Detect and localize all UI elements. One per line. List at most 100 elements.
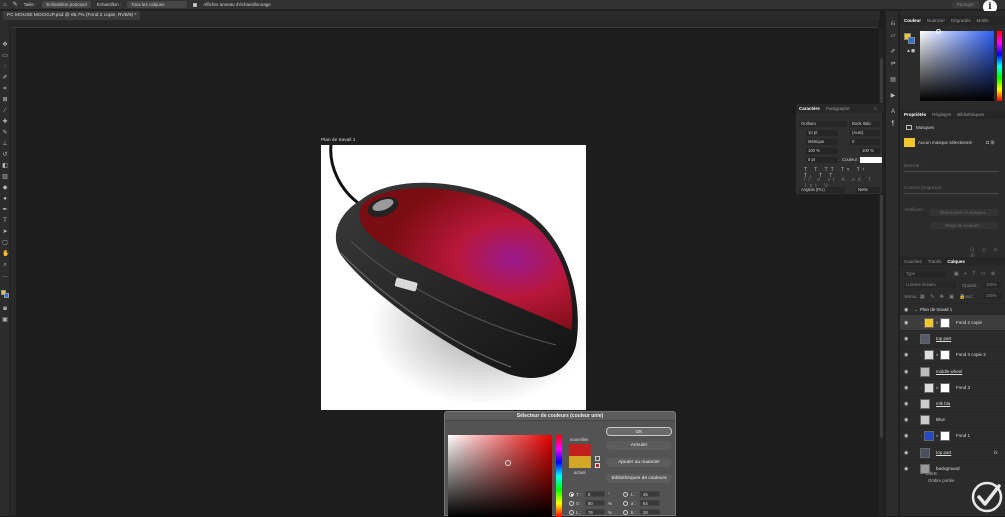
lock-icons[interactable]: ▦ ✎ ✥ ▣ 🔒 xyxy=(920,294,968,300)
layer-thumbnail[interactable] xyxy=(920,415,930,426)
eye-icon[interactable]: ◉ xyxy=(904,433,908,439)
layer-thumbnail[interactable] xyxy=(924,318,934,328)
eye-icon[interactable]: ◉ xyxy=(904,417,908,423)
size-dropdown[interactable]: Echantillon ponctuel xyxy=(42,1,91,8)
lasso-tool-icon[interactable]: ◌ xyxy=(2,64,8,70)
layer-row[interactable]: ◉ ↓ 8 Fond 2 copie xyxy=(900,314,1005,330)
gamut-warning-icon[interactable] xyxy=(595,456,600,461)
more-tools-icon[interactable]: … xyxy=(2,273,8,279)
hsb-radio[interactable] xyxy=(569,501,574,506)
frame-tool-icon[interactable]: ⊠ xyxy=(2,97,8,103)
layer-row[interactable]: ◉ ↓ 8 Fond 1 xyxy=(900,427,1005,443)
adjustments-icon[interactable]: ⇌ xyxy=(889,61,897,68)
tab-properties[interactable]: Propriétés xyxy=(904,112,926,117)
eye-icon[interactable]: ◉ xyxy=(904,369,908,375)
crop-tool-icon[interactable]: ⌗ xyxy=(2,86,8,92)
artboard[interactable] xyxy=(321,145,586,410)
eye-icon[interactable]: ◉ xyxy=(904,385,908,391)
hsb-radio[interactable] xyxy=(569,510,574,515)
tab-paths[interactable]: Tracés xyxy=(928,259,942,264)
eye-icon[interactable]: ◉ xyxy=(904,466,908,472)
type-panel-icon[interactable]: A xyxy=(889,109,897,116)
language-select[interactable]: Anglais (RU) xyxy=(799,187,845,193)
panel-menu-icon[interactable]: ≡ xyxy=(874,106,877,111)
comments-icon[interactable]: ▱ xyxy=(889,33,897,40)
font-style-select[interactable]: Book Italic xyxy=(850,121,880,127)
layer-row[interactable]: ◉ ↓ 8 Fond 3 copie 2 xyxy=(900,346,1005,362)
eye-icon[interactable]: ◉ xyxy=(904,450,908,456)
artboard-tool-icon[interactable]: ▭ xyxy=(2,53,8,59)
layer-thumbnail[interactable] xyxy=(924,431,934,442)
layer-thumbnail[interactable] xyxy=(924,350,934,361)
quick-select-tool-icon[interactable]: ✐ xyxy=(2,75,8,81)
hsb-radio[interactable] xyxy=(569,492,574,497)
eye-icon[interactable]: ◉ xyxy=(904,401,908,407)
layer-filter-input[interactable]: Type xyxy=(904,271,946,277)
sample-dropdown[interactable]: Tous les calques xyxy=(127,1,188,8)
horizontal-scale-field[interactable]: 100 % xyxy=(860,148,880,154)
bg-swatch[interactable] xyxy=(908,37,915,44)
color-mode-icon[interactable]: ▲◼ xyxy=(906,48,915,54)
layer-thumbnail[interactable] xyxy=(920,334,930,345)
link-icon[interactable]: 8 xyxy=(936,320,938,325)
history-icon[interactable]: ⎌ xyxy=(889,21,897,28)
eraser-tool-icon[interactable]: ◧ xyxy=(2,163,8,169)
tab-channels[interactable]: Couches xyxy=(904,259,922,264)
tracking-field[interactable]: 0 xyxy=(850,139,880,145)
leading-field[interactable]: (Auto) xyxy=(850,130,880,136)
layer-mask-thumbnail[interactable] xyxy=(940,350,950,361)
tab-paragraph[interactable]: Paragraphe xyxy=(826,106,850,111)
dialog-color-cursor[interactable] xyxy=(505,460,511,466)
lab-radio[interactable] xyxy=(623,510,628,515)
actions-icon[interactable]: ▶ xyxy=(889,93,897,100)
hsb-input[interactable]: 80 xyxy=(585,500,605,506)
layer-thumbnail[interactable] xyxy=(920,447,930,458)
lab-radio[interactable] xyxy=(623,492,628,497)
tab-swatches[interactable]: Nuancier xyxy=(927,18,945,23)
vertical-scrollbar[interactable] xyxy=(879,28,884,516)
drop-shadow-row[interactable]: Ombre portée xyxy=(928,478,955,483)
layer-mask-thumbnail[interactable] xyxy=(940,318,950,328)
home-icon[interactable]: ⌂ xyxy=(3,2,7,8)
add-to-swatches-button[interactable]: Ajouter au nuancier xyxy=(606,458,672,467)
tab-layers[interactable]: Calques xyxy=(947,259,965,264)
eyedropper-icon[interactable]: ⁄ xyxy=(2,108,8,114)
layer-row[interactable]: ◉ middle wheel xyxy=(900,362,1005,379)
tab-patterns[interactable]: Motifs xyxy=(977,18,989,23)
link-icon[interactable]: 8 xyxy=(936,352,938,357)
libraries-icon[interactable]: ▤ xyxy=(889,77,897,84)
opacity-field[interactable]: 100% xyxy=(984,282,1002,288)
lab-input[interactable]: 46 xyxy=(640,491,660,497)
ok-button[interactable]: OK xyxy=(606,427,672,436)
layer-row[interactable]: ◉ top part fx xyxy=(900,443,1005,460)
type-tool-icon[interactable]: T xyxy=(2,218,8,224)
background-color-swatch[interactable] xyxy=(4,293,9,298)
gradient-tool-icon[interactable]: ▥ xyxy=(2,174,8,180)
eye-icon[interactable]: ◉ xyxy=(904,320,908,326)
vertical-scale-field[interactable]: 100 % xyxy=(806,148,838,154)
font-family-select[interactable]: Gotham xyxy=(799,121,847,127)
hand-tool-icon[interactable]: ✋ xyxy=(2,251,9,257)
brush-settings-icon[interactable]: ✐ xyxy=(889,49,897,56)
dialog-color-field[interactable] xyxy=(448,435,552,517)
quick-mask-icon[interactable]: ◙ xyxy=(2,306,8,312)
hsb-input[interactable]: 0 xyxy=(585,491,605,497)
layer-row[interactable]: ◉ mlk bla xyxy=(900,395,1005,411)
lab-input[interactable]: 64 xyxy=(640,500,660,506)
blur-tool-icon[interactable]: ◆ xyxy=(2,185,8,191)
hue-slider[interactable] xyxy=(997,31,1002,101)
screen-mode-icon[interactable]: ▣ xyxy=(2,317,8,323)
share-button[interactable]: Partager xyxy=(951,1,979,8)
brush-tool-icon[interactable]: ✎ xyxy=(2,130,8,136)
layer-mask-thumbnail[interactable] xyxy=(940,431,950,442)
fx-icon[interactable]: fx xyxy=(994,450,998,455)
document-tab[interactable]: PC MOUSE MOCKUP.psd @ 66,7% (Fond 2 copi… xyxy=(3,11,141,20)
layer-group-row[interactable]: ◉ ⌄ Plan de travail 1 xyxy=(900,303,1005,314)
paragraph-panel-icon[interactable]: ¶ xyxy=(889,121,897,128)
color-field[interactable] xyxy=(920,31,994,101)
hsb-input[interactable]: 76 xyxy=(585,509,605,515)
layer-row[interactable]: ◉ Blue xyxy=(900,411,1005,427)
zoom-tool-icon[interactable]: ⌕ xyxy=(2,262,8,268)
layer-thumbnail[interactable] xyxy=(920,366,930,377)
artboard-label[interactable]: Plan de travail 1 xyxy=(321,138,355,143)
